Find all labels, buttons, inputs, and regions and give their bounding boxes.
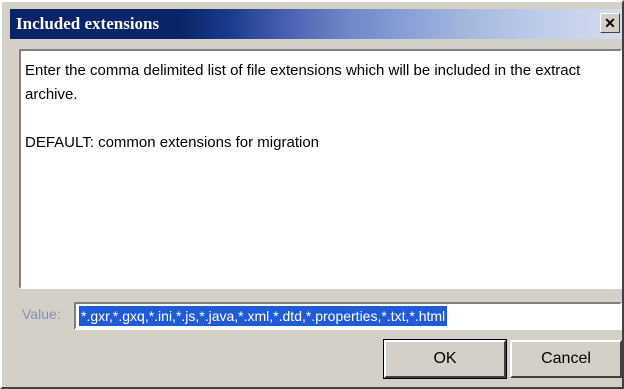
dialog-title: Included extensions (16, 14, 160, 33)
value-input[interactable]: *.gxr,*.gxq,*.ini,*.js,*.java,*.xml,*.dt… (74, 302, 622, 330)
close-button[interactable]: ✕ (600, 13, 620, 33)
title-bar[interactable]: Included extensions ✕ (10, 9, 622, 39)
cancel-button[interactable]: Cancel (510, 340, 622, 378)
close-icon: ✕ (604, 15, 616, 31)
description-default: DEFAULT: common extensions for migration (25, 134, 320, 151)
description-text-area: Enter the comma delimited list of file e… (19, 49, 622, 289)
included-extensions-dialog: Included extensions ✕ Enter the comma de… (0, 0, 624, 389)
value-input-text[interactable]: *.gxr,*.gxq,*.ini,*.js,*.java,*.xml,*.dt… (79, 306, 448, 326)
value-label: Value: (22, 306, 61, 322)
description-instructions: Enter the comma delimited list of file e… (25, 62, 581, 103)
ok-button[interactable]: OK (383, 339, 507, 379)
